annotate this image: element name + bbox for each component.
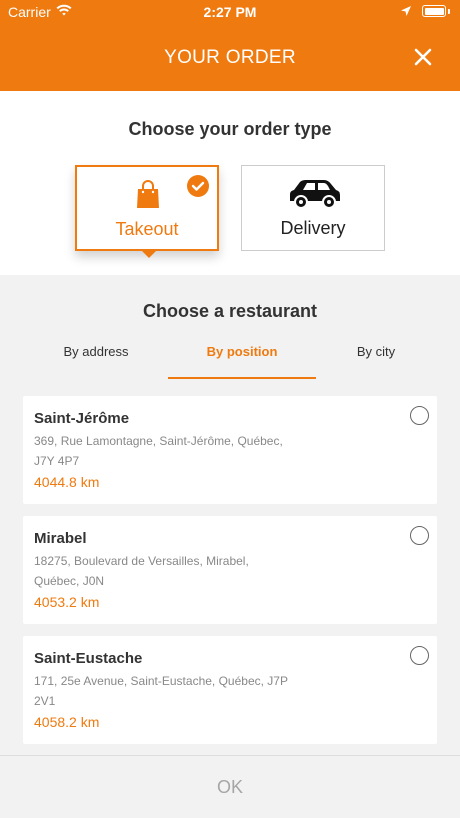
car-icon xyxy=(290,180,340,209)
location-arrow-icon xyxy=(401,6,411,16)
address-line: 369, Rue Lamontagne, Saint-Jérôme, Québe… xyxy=(34,434,283,448)
restaurant-name: Saint-Jérôme xyxy=(34,410,130,427)
restaurant-name: Mirabel xyxy=(34,530,87,547)
radio-button[interactable] xyxy=(410,406,429,425)
battery-icon xyxy=(422,5,446,17)
restaurant-address: 18275, Boulevard de Versailles, Mirabel,… xyxy=(34,551,334,591)
restaurant-address: 171, 25e Avenue, Saint-Eustache, Québec,… xyxy=(34,671,334,711)
selected-caret xyxy=(141,250,157,258)
takeout-option[interactable]: Takeout xyxy=(75,165,219,258)
footer-bar: OK xyxy=(0,755,460,818)
restaurant-tabs: By address By position By city xyxy=(22,338,438,380)
restaurant-card[interactable]: Mirabel 18275, Boulevard de Versailles, … xyxy=(23,516,437,624)
restaurant-name: Saint-Eustache xyxy=(34,650,143,667)
order-type-section: Choose your order type Takeout Delivery xyxy=(0,91,460,275)
tab-by-address[interactable]: By address xyxy=(22,338,170,380)
active-tab-indicator xyxy=(168,377,316,379)
address-line: J7Y 4P7 xyxy=(34,454,80,468)
radio-button[interactable] xyxy=(410,646,429,665)
selected-check-icon xyxy=(187,175,209,197)
address-line: 18275, Boulevard de Versailles, Mirabel, xyxy=(34,554,249,568)
restaurant-heading: Choose a restaurant xyxy=(142,301,318,321)
tab-by-city[interactable]: By city xyxy=(302,338,450,380)
radio-button[interactable] xyxy=(410,526,429,545)
takeout-label: Takeout xyxy=(115,219,179,239)
delivery-label: Delivery xyxy=(280,218,346,238)
close-icon[interactable] xyxy=(410,44,436,70)
address-line: 171, 25e Avenue, Saint-Eustache, Québec,… xyxy=(34,674,288,688)
ok-button[interactable]: OK xyxy=(0,777,460,798)
restaurant-distance: 4044.8 km xyxy=(34,474,100,490)
shopping-bag-icon xyxy=(137,180,159,208)
order-type-heading: Choose your order type xyxy=(128,119,332,139)
address-line: Québec, J0N xyxy=(34,574,105,588)
status-bar: Carrier 2:27 PM xyxy=(0,0,460,24)
page-title: YOUR ORDER xyxy=(164,47,296,68)
address-line: 2V1 xyxy=(34,694,56,708)
restaurant-card[interactable]: Saint-Jérôme 369, Rue Lamontagne, Saint-… xyxy=(23,396,437,504)
app-header: YOUR ORDER xyxy=(0,24,460,91)
restaurant-address: 369, Rue Lamontagne, Saint-Jérôme, Québe… xyxy=(34,431,334,471)
tab-by-position[interactable]: By position xyxy=(168,338,316,380)
restaurant-distance: 4058.2 km xyxy=(34,714,100,730)
restaurant-distance: 4053.2 km xyxy=(34,594,100,610)
delivery-option[interactable]: Delivery xyxy=(241,165,385,251)
battery-tip xyxy=(448,9,450,14)
restaurant-card[interactable]: Saint-Eustache 171, 25e Avenue, Saint-Eu… xyxy=(23,636,437,744)
status-time: 2:27 PM xyxy=(203,4,257,20)
